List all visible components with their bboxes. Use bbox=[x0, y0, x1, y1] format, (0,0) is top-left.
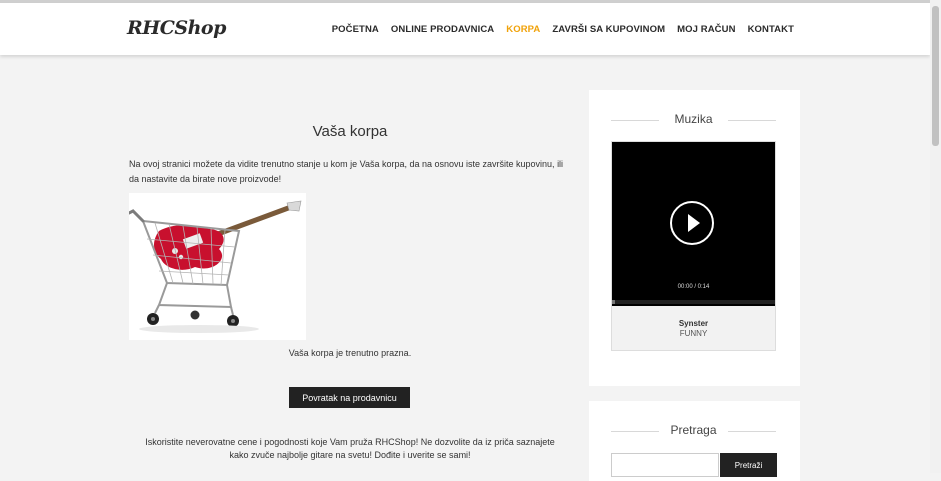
cart-guitar-image bbox=[127, 193, 306, 340]
music-widget: Muzika 00:00 / 0:14 Synster FUNNY bbox=[589, 90, 800, 386]
page-title: Vaša korpa bbox=[312, 123, 388, 140]
nav-item-online-prodavnica[interactable]: ONLINE PRODAVNICA bbox=[391, 24, 494, 35]
main-nav: POČETNA ONLINE PRODAVNICA KORPA ZAVRŠI S… bbox=[332, 24, 794, 35]
search-input[interactable] bbox=[611, 453, 719, 477]
site-header: RHCShop POČETNA ONLINE PRODAVNICA KORPA … bbox=[0, 3, 930, 55]
shopping-cart-guitar-illustration bbox=[127, 200, 302, 333]
player-progress-bar[interactable] bbox=[612, 300, 775, 304]
search-button[interactable]: Pretraži bbox=[720, 453, 777, 477]
play-icon[interactable] bbox=[670, 201, 714, 245]
track-artist: FUNNY bbox=[679, 329, 708, 338]
nav-item-moj-racun[interactable]: MOJ RAČUN bbox=[677, 24, 735, 35]
site-logo[interactable]: RHCShop bbox=[127, 17, 226, 39]
music-widget-title: Muzika bbox=[611, 112, 776, 126]
scrollbar-thumb[interactable] bbox=[932, 6, 939, 146]
track-name: Synster bbox=[678, 319, 709, 328]
back-to-shop-button[interactable]: Povratak na prodavnicu bbox=[289, 387, 410, 408]
promo-text: Iskoristite neverovatne cene i pogodnost… bbox=[120, 436, 580, 462]
search-widget-title: Pretraga bbox=[611, 423, 776, 437]
nav-item-korpa[interactable]: KORPA bbox=[506, 24, 540, 35]
page-scrollbar[interactable] bbox=[930, 0, 941, 473]
nav-item-zavrsi-sa-kupovinom[interactable]: ZAVRŠI SA KUPOVINOM bbox=[552, 24, 665, 35]
promo-line-1: Iskoristite neverovatne cene i pogodnost… bbox=[145, 437, 555, 447]
promo-line-2: kako zvuče najbolje gitare na svetu! Dođ… bbox=[229, 450, 471, 460]
cart-intro-text: Na ovoj stranici možete da vidite trenut… bbox=[129, 159, 564, 184]
nav-item-kontakt[interactable]: KONTAKT bbox=[748, 24, 794, 35]
player-screen[interactable]: 00:00 / 0:14 bbox=[612, 142, 775, 306]
audio-player: 00:00 / 0:14 Synster FUNNY bbox=[611, 141, 776, 351]
player-progress-fill bbox=[612, 300, 615, 304]
search-widget: Pretraga Pretraži bbox=[589, 401, 800, 481]
player-time: 00:00 / 0:14 bbox=[677, 284, 710, 290]
nav-item-pocetna[interactable]: POČETNA bbox=[332, 24, 379, 35]
empty-cart-message: Vaša korpa je trenutno prazna. bbox=[288, 348, 412, 358]
